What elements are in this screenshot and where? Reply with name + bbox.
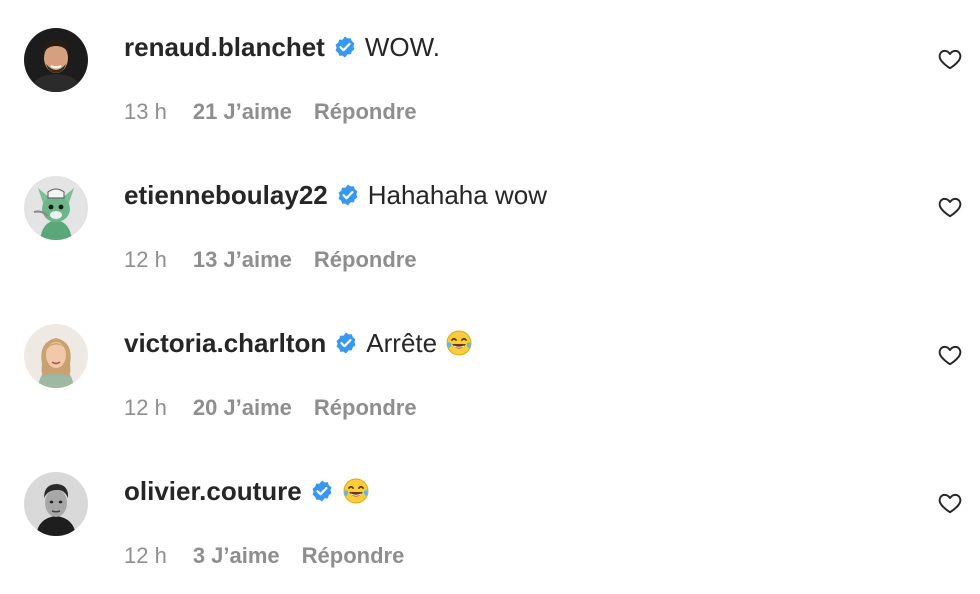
avatar[interactable]: [24, 28, 88, 92]
comment-meta: 12 h 20 J’aime Répondre: [124, 394, 417, 422]
likes-count-link[interactable]: 13 J’aime: [193, 247, 292, 273]
comment-meta: 12 h 13 J’aime Répondre: [124, 246, 417, 274]
verified-badge-icon: [333, 35, 357, 59]
likes-count-link[interactable]: 3 J’aime: [193, 543, 280, 569]
comment-text-content: Arrête: [366, 327, 438, 358]
man-portrait-avatar-icon: [24, 28, 88, 92]
avatar[interactable]: [24, 472, 88, 536]
username-link[interactable]: victoria.charlton: [124, 328, 326, 359]
like-heart-icon[interactable]: [937, 342, 963, 368]
like-heart-icon[interactable]: [937, 490, 963, 516]
username-link[interactable]: etienneboulay22: [124, 180, 328, 211]
verified-badge-icon: [334, 331, 358, 355]
username-link[interactable]: olivier.couture: [124, 476, 302, 507]
comment-text-content: Hahahaha wow: [367, 179, 547, 210]
username-link[interactable]: renaud.blanchet: [124, 32, 325, 63]
cartoon-wolf-avatar-icon: [24, 176, 88, 240]
woman-portrait-avatar-icon: [24, 324, 88, 388]
reply-button[interactable]: Répondre: [314, 395, 417, 421]
comment-meta: 13 h 21 J’aime Répondre: [124, 98, 417, 126]
comments-list: renaud.blanchet WOW. 13 h 21 J’aime Répo…: [0, 0, 980, 594]
comment-text: Arrête: [366, 328, 473, 359]
laughing-tears-emoji-icon: [342, 477, 370, 505]
comment-item: olivier.couture 12 h 3 J’aime Répondre: [0, 444, 980, 592]
comment-timestamp: 13 h: [124, 99, 167, 124]
man-bw-portrait-avatar-icon: [24, 472, 88, 536]
comment-timestamp: 12 h: [124, 247, 167, 272]
comment-item: renaud.blanchet WOW. 13 h 21 J’aime Répo…: [0, 0, 980, 148]
reply-button[interactable]: Répondre: [314, 99, 417, 125]
comment-item: victoria.charlton Arrête 12 h 20 J’aime …: [0, 296, 980, 444]
comment-text: WOW.: [365, 32, 440, 63]
comment-meta: 12 h 3 J’aime Répondre: [124, 542, 404, 570]
comment-item: etienneboulay22 Hahahaha wow 12 h 13 J’a…: [0, 148, 980, 296]
avatar[interactable]: [24, 176, 88, 240]
comment-text: Hahahaha wow: [368, 180, 547, 211]
reply-button[interactable]: Répondre: [314, 247, 417, 273]
like-heart-icon[interactable]: [937, 194, 963, 220]
avatar[interactable]: [24, 324, 88, 388]
likes-count-link[interactable]: 20 J’aime: [193, 395, 292, 421]
comment-text-content: WOW.: [364, 31, 440, 62]
likes-count-link[interactable]: 21 J’aime: [193, 99, 292, 125]
laughing-tears-emoji-icon: [445, 329, 473, 357]
comment-timestamp: 12 h: [124, 395, 167, 420]
like-heart-icon[interactable]: [937, 46, 963, 72]
comment-text: [342, 477, 370, 505]
reply-button[interactable]: Répondre: [302, 543, 405, 569]
comment-timestamp: 12 h: [124, 543, 167, 568]
verified-badge-icon: [336, 183, 360, 207]
verified-badge-icon: [310, 479, 334, 503]
